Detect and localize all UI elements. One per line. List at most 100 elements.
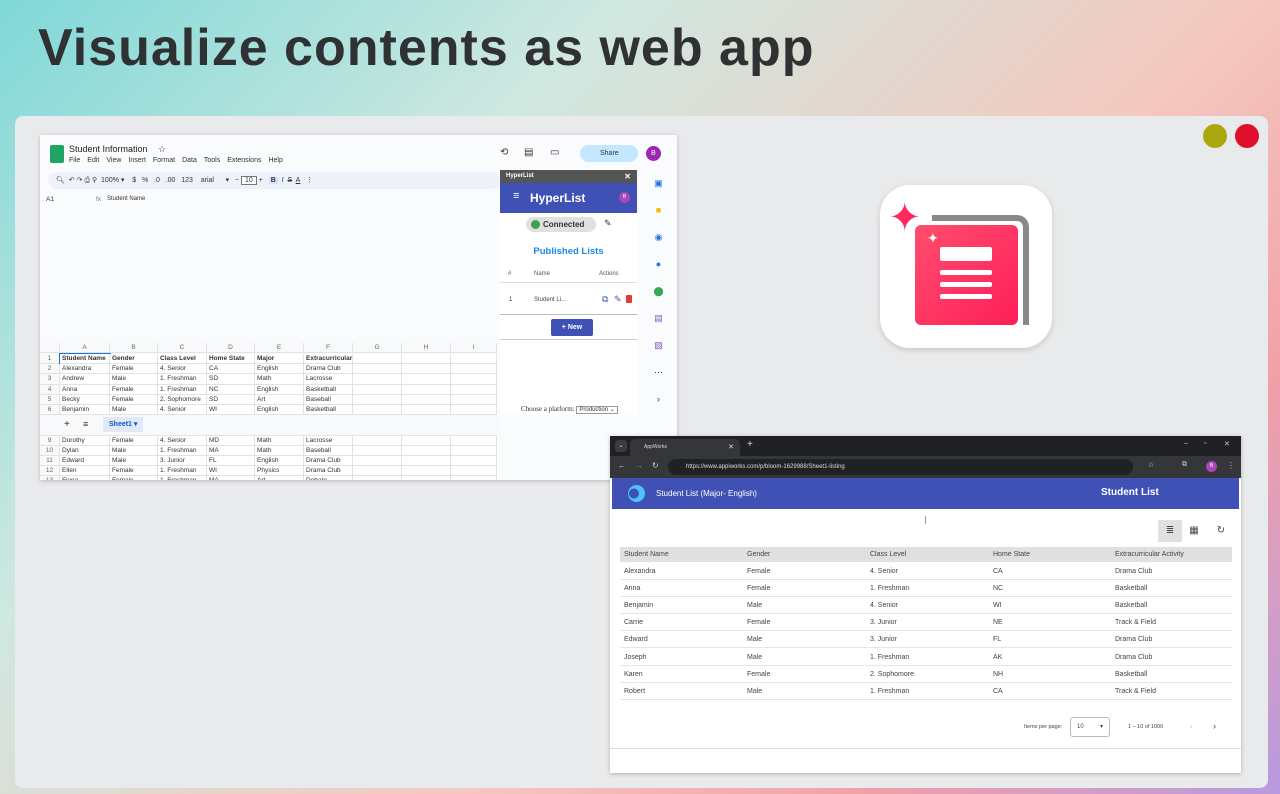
- menu-extensions[interactable]: Extensions: [227, 157, 261, 164]
- cell[interactable]: [353, 445, 402, 456]
- cell[interactable]: 4. Senior: [158, 435, 207, 446]
- cell[interactable]: Anna: [60, 384, 110, 395]
- extensions-icon[interactable]: ⧉: [1182, 461, 1187, 469]
- menu-view[interactable]: View: [106, 157, 121, 164]
- prev-page-icon[interactable]: ‹: [1190, 721, 1193, 731]
- cell[interactable]: Dorothy: [60, 435, 110, 446]
- cell[interactable]: Physics: [255, 466, 304, 477]
- sheet-tab-sheet1[interactable]: Sheet1 ▾: [103, 417, 144, 432]
- menu-edit[interactable]: Edit: [87, 157, 99, 164]
- column-header[interactable]: Home State: [993, 551, 1030, 558]
- cell[interactable]: Math: [255, 445, 304, 456]
- cell[interactable]: [451, 456, 497, 467]
- cell[interactable]: SD: [207, 374, 255, 385]
- cell[interactable]: Extracurricular Activity: [304, 354, 353, 365]
- cell[interactable]: Lacrosse: [304, 374, 353, 385]
- calendar-icon[interactable]: ▣: [640, 170, 677, 197]
- cell[interactable]: 4. Senior: [158, 364, 207, 375]
- cell[interactable]: Male: [110, 445, 158, 456]
- row-header[interactable]: 3: [40, 374, 60, 385]
- url-input[interactable]: https://www.appiworks.com/p/bloom-162998…: [668, 459, 1133, 475]
- cell[interactable]: [451, 354, 497, 365]
- cell[interactable]: MD: [207, 435, 255, 446]
- cell[interactable]: Basketball: [304, 405, 353, 416]
- cell[interactable]: [353, 364, 402, 375]
- cell[interactable]: Art: [255, 476, 304, 480]
- column-header[interactable]: Gender: [747, 551, 770, 558]
- font-size-input[interactable]: 10: [241, 176, 257, 185]
- back-icon[interactable]: ←: [618, 461, 626, 470]
- column-header[interactable]: A: [60, 343, 110, 354]
- cell[interactable]: [353, 394, 402, 405]
- menu-data[interactable]: Data: [182, 157, 197, 164]
- cell[interactable]: FL: [207, 456, 255, 467]
- zoom-select[interactable]: 100%: [101, 177, 119, 184]
- table-row[interactable]: Robert Male 1. Freshman CA Track & Field: [620, 683, 1232, 700]
- cell[interactable]: Female: [110, 476, 158, 480]
- cell[interactable]: Andrew: [60, 374, 110, 385]
- add-sheet-icon[interactable]: +: [64, 419, 70, 430]
- table-row[interactable]: Benjamin Male 4. Senior WI Basketball: [620, 597, 1232, 615]
- close-tab-icon[interactable]: ✕: [728, 439, 734, 456]
- column-header[interactable]: H: [402, 343, 451, 354]
- row-header[interactable]: 6: [40, 405, 60, 416]
- items-per-page-select[interactable]: 10 ▾: [1070, 717, 1110, 737]
- edit-pencil-icon[interactable]: ✎: [604, 218, 612, 229]
- italic-button[interactable]: I: [282, 177, 284, 184]
- next-page-icon[interactable]: ›: [1213, 721, 1216, 731]
- share-button[interactable]: Share: [580, 145, 638, 162]
- cell[interactable]: [353, 476, 402, 480]
- tasks-icon[interactable]: ◉: [640, 224, 677, 251]
- cell[interactable]: [451, 476, 497, 480]
- bold-button[interactable]: B: [268, 177, 278, 184]
- contacts-icon[interactable]: ●: [640, 251, 677, 278]
- maps-icon[interactable]: ⬤: [640, 278, 677, 305]
- column-header[interactable]: D: [207, 343, 255, 354]
- cell[interactable]: Female: [110, 394, 158, 405]
- minimize-icon[interactable]: –: [1184, 440, 1188, 447]
- table-row[interactable]: Edward Male 3. Junior FL Drama Club: [620, 631, 1232, 649]
- cell[interactable]: Edward: [60, 456, 110, 467]
- cell[interactable]: WI: [207, 466, 255, 477]
- cell[interactable]: Benjamin: [60, 405, 110, 416]
- cell[interactable]: [402, 405, 451, 416]
- cell[interactable]: MA: [207, 445, 255, 456]
- cell[interactable]: 1. Freshman: [158, 445, 207, 456]
- new-list-button[interactable]: + New: [551, 319, 593, 336]
- column-header[interactable]: G: [353, 343, 402, 354]
- cell[interactable]: WI: [207, 405, 255, 416]
- cell[interactable]: 1. Freshman: [158, 466, 207, 477]
- column-header[interactable]: C: [158, 343, 207, 354]
- cell[interactable]: English: [255, 364, 304, 375]
- cell[interactable]: Baseball: [304, 445, 353, 456]
- row-header[interactable]: 11: [40, 456, 60, 467]
- star-icon[interactable]: ☆: [158, 144, 166, 155]
- row-header[interactable]: 10: [40, 445, 60, 456]
- menu-tools[interactable]: Tools: [204, 157, 220, 164]
- delete-icon[interactable]: [626, 295, 632, 303]
- cell[interactable]: 2. Sophomore: [158, 394, 207, 405]
- forward-icon[interactable]: →: [635, 461, 643, 470]
- cell[interactable]: Becky: [60, 394, 110, 405]
- cell[interactable]: [353, 374, 402, 385]
- cell[interactable]: [402, 354, 451, 365]
- cell[interactable]: [451, 435, 497, 446]
- text-color-button[interactable]: A: [296, 177, 301, 184]
- cell[interactable]: [353, 405, 402, 416]
- cell[interactable]: Gender: [110, 354, 158, 365]
- cell[interactable]: [353, 384, 402, 395]
- cell[interactable]: Dylan: [60, 445, 110, 456]
- row-header[interactable]: 1: [40, 354, 60, 365]
- cell[interactable]: 4. Senior: [158, 405, 207, 416]
- cell[interactable]: Math: [255, 435, 304, 446]
- cell[interactable]: SD: [207, 394, 255, 405]
- paint-format-icon[interactable]: ⚲: [92, 177, 97, 184]
- tab-search-icon[interactable]: ⌄: [615, 440, 627, 452]
- percent-button[interactable]: %: [142, 177, 148, 184]
- doc-title[interactable]: Student Information: [69, 144, 148, 154]
- column-header[interactable]: Class Level: [870, 551, 906, 558]
- expand-chevron-icon[interactable]: ›: [640, 386, 677, 413]
- restore-icon[interactable]: ▫: [1204, 440, 1206, 447]
- currency-button[interactable]: $: [132, 177, 136, 184]
- cell[interactable]: Lacrosse: [304, 435, 353, 446]
